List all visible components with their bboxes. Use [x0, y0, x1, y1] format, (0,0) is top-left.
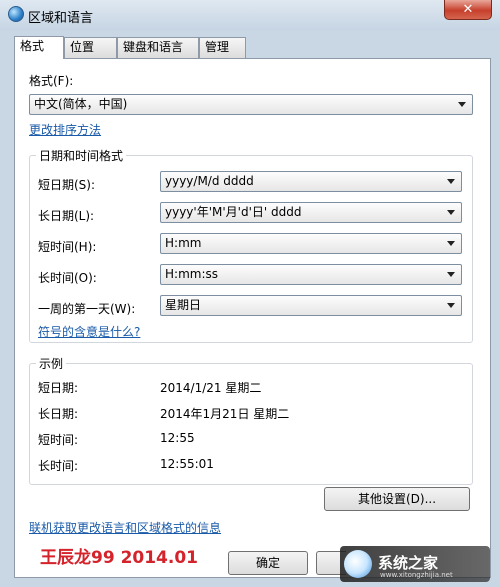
chevron-down-icon: [447, 241, 455, 246]
first-day-value: 星期日: [165, 298, 202, 312]
site-watermark: 系统之家 www.xitongzhijia.net: [340, 546, 490, 582]
site-url: www.xitongzhijia.net: [380, 571, 453, 579]
symbols-meaning-link[interactable]: 符号的含意是什么?: [38, 323, 140, 340]
example-long-time-label: 长时间:: [38, 459, 79, 473]
short-date-select[interactable]: yyyy/M/d dddd: [160, 171, 462, 192]
tab-format[interactable]: 格式: [14, 36, 64, 59]
change-sort-link[interactable]: 更改排序方法: [29, 121, 101, 138]
long-time-value: H:mm:ss: [165, 267, 218, 281]
format-label: 格式(F):: [29, 74, 74, 88]
datetime-format-group: 日期和时间格式 短日期(S): yyyy/M/d dddd 长日期(L): yy…: [29, 147, 473, 343]
window-title: 区域和语言: [28, 11, 94, 26]
signature-watermark: 王辰龙99 2014.01: [40, 548, 199, 568]
example-long-date-value: 2014年1月21日 星期二: [160, 407, 290, 421]
long-date-select[interactable]: yyyy'年'M'月'd'日' dddd: [160, 202, 462, 223]
tab-keyboard-language[interactable]: 键盘和语言: [117, 37, 199, 58]
chevron-down-icon: [458, 102, 466, 107]
example-short-date-label: 短日期:: [38, 381, 79, 395]
first-day-label: 一周的第一天(W):: [38, 302, 136, 316]
format-select-value: 中文(简体，中国): [34, 97, 128, 111]
example-short-time-label: 短时间:: [38, 433, 79, 447]
chevron-down-icon: [447, 303, 455, 308]
globe-icon: [8, 6, 24, 22]
other-settings-button[interactable]: 其他设置(D)...: [324, 487, 470, 511]
short-time-select[interactable]: H:mm: [160, 233, 462, 254]
site-name: 系统之家: [378, 554, 439, 572]
ok-button[interactable]: 确定: [228, 551, 308, 575]
site-logo-icon: [344, 550, 372, 578]
long-time-label: 长时间(O):: [38, 271, 97, 285]
example-group-title: 示例: [36, 355, 67, 372]
long-time-select[interactable]: H:mm:ss: [160, 264, 462, 285]
short-date-value: yyyy/M/d dddd: [165, 174, 254, 188]
chevron-down-icon: [447, 272, 455, 277]
first-day-select[interactable]: 星期日: [160, 295, 462, 316]
chevron-down-icon: [447, 210, 455, 215]
format-panel: 格式(F): 中文(简体，中国) 更改排序方法 日期和时间格式 短日期(S): …: [14, 58, 491, 578]
tab-location[interactable]: 位置: [64, 37, 117, 58]
example-long-date-label: 长日期:: [38, 407, 79, 421]
tab-administrative[interactable]: 管理: [199, 37, 246, 58]
example-short-date-value: 2014/1/21 星期二: [160, 381, 262, 395]
datetime-group-title: 日期和时间格式: [36, 147, 127, 164]
chevron-down-icon: [447, 179, 455, 184]
online-info-link[interactable]: 联机获取更改语言和区域格式的信息: [29, 519, 221, 536]
title-bar: 区域和语言 ✕: [0, 0, 500, 30]
long-date-label: 长日期(L):: [38, 209, 95, 223]
example-short-time-value: 12:55: [160, 431, 195, 445]
short-time-label: 短时间(H):: [38, 240, 97, 254]
example-group: 示例 短日期: 2014/1/21 星期二 长日期: 2014年1月21日 星期…: [29, 355, 473, 485]
example-long-time-value: 12:55:01: [160, 457, 214, 471]
close-button[interactable]: ✕: [444, 0, 492, 20]
format-select[interactable]: 中文(简体，中国): [29, 94, 473, 115]
long-date-value: yyyy'年'M'月'd'日' dddd: [165, 205, 302, 219]
short-date-label: 短日期(S):: [38, 178, 96, 192]
short-time-value: H:mm: [165, 236, 202, 250]
